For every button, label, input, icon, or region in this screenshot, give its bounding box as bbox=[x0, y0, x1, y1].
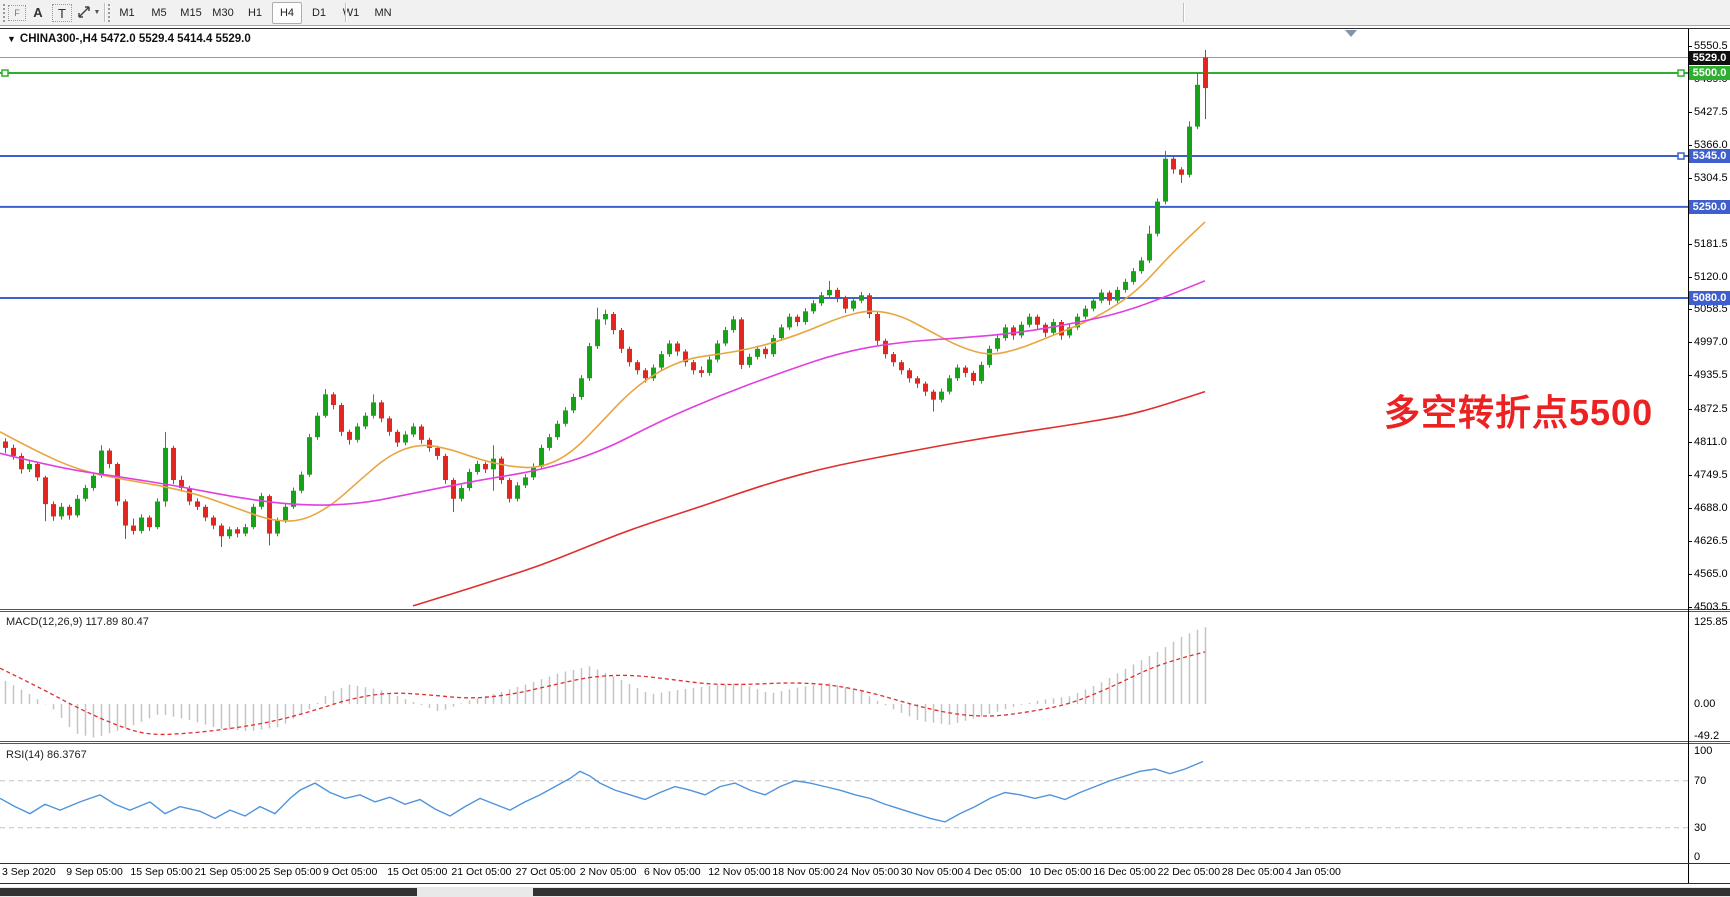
date-tick-label: 3 Sep 2020 bbox=[2, 866, 56, 878]
price-tickmark bbox=[1688, 375, 1692, 376]
price-badge-5345.0: 5345.0 bbox=[1689, 149, 1730, 163]
price-tickmark bbox=[1688, 277, 1692, 278]
price-badge-5500.0: 5500.0 bbox=[1689, 66, 1730, 80]
macd-tick-label: -49.2 bbox=[1694, 730, 1719, 742]
date-tick-label: 21 Sep 05:00 bbox=[195, 866, 257, 878]
horizontal-scrollbar[interactable] bbox=[0, 887, 1730, 897]
price-tick-label: 4997.0 bbox=[1694, 336, 1728, 348]
price-tick-label: 4811.0 bbox=[1694, 436, 1727, 448]
price-tickmark bbox=[1688, 508, 1692, 509]
scrollbar-segment-left[interactable] bbox=[0, 888, 417, 896]
price-tickmark bbox=[1688, 442, 1692, 443]
date-tick-label: 28 Dec 05:00 bbox=[1222, 866, 1284, 878]
macd-histogram-layer bbox=[6, 627, 1206, 737]
price-tick-label: 5304.5 bbox=[1694, 172, 1728, 184]
chart-plot-area[interactable] bbox=[0, 0, 1730, 897]
price-tickmark bbox=[1688, 607, 1692, 608]
date-tick-label: 9 Oct 05:00 bbox=[323, 866, 377, 878]
chart-title-caret-icon[interactable]: ▼ bbox=[7, 34, 16, 44]
price-tick-label: 4626.5 bbox=[1694, 535, 1728, 547]
price-tickmark bbox=[1688, 178, 1692, 179]
chart-title: ▼CHINA300-,H4 5472.0 5529.4 5414.4 5529.… bbox=[7, 33, 251, 45]
mt4-window: { "toolbar": { "icon_f": "F", "icon_a": … bbox=[0, 0, 1730, 897]
ma-slow-line bbox=[413, 392, 1205, 606]
window-bottom-border bbox=[0, 883, 1730, 884]
price-badge-5529.0: 5529.0 bbox=[1689, 51, 1730, 65]
price-badge-5080.0: 5080.0 bbox=[1689, 291, 1730, 305]
date-axis-line bbox=[0, 863, 1730, 864]
price-tick-label: 4565.0 bbox=[1694, 568, 1728, 580]
price-tickmark bbox=[1688, 475, 1692, 476]
date-tick-label: 6 Nov 05:00 bbox=[644, 866, 701, 878]
price-tick-label: 4935.5 bbox=[1694, 369, 1728, 381]
date-tick-label: 30 Nov 05:00 bbox=[901, 866, 963, 878]
price-badge-5250.0: 5250.0 bbox=[1689, 200, 1730, 214]
date-tick-label: 25 Sep 05:00 bbox=[259, 866, 321, 878]
price-tickmark bbox=[1688, 541, 1692, 542]
level-5345-handle[interactable] bbox=[1678, 153, 1684, 159]
rsi-tick-label: 70 bbox=[1694, 775, 1706, 787]
ma-fast-line bbox=[0, 222, 1205, 521]
price-tickmark bbox=[1688, 145, 1692, 146]
price-tickmark bbox=[1688, 574, 1692, 575]
macd-tick-label: 0.00 bbox=[1694, 698, 1715, 710]
scrollbar-segment-right[interactable] bbox=[533, 888, 1730, 896]
price-tick-label: 4503.5 bbox=[1694, 601, 1728, 613]
date-tick-label: 9 Sep 05:00 bbox=[66, 866, 123, 878]
price-tickmark bbox=[1688, 409, 1692, 410]
rsi-tick-label: 100 bbox=[1694, 745, 1712, 757]
price-tickmark bbox=[1688, 309, 1692, 310]
panel-divider-macd[interactable] bbox=[0, 609, 1730, 612]
date-tick-label: 21 Oct 05:00 bbox=[451, 866, 511, 878]
price-tickmark bbox=[1688, 46, 1692, 47]
date-tick-label: 10 Dec 05:00 bbox=[1029, 866, 1091, 878]
date-tick-label: 12 Nov 05:00 bbox=[708, 866, 770, 878]
date-tick-label: 15 Sep 05:00 bbox=[130, 866, 192, 878]
macd-signal-line bbox=[0, 652, 1205, 735]
date-tick-label: 2 Nov 05:00 bbox=[580, 866, 637, 878]
date-tick-label: 4 Jan 05:00 bbox=[1286, 866, 1341, 878]
price-tickmark bbox=[1688, 244, 1692, 245]
date-tick-label: 18 Nov 05:00 bbox=[772, 866, 834, 878]
macd-tick-label: 125.85 bbox=[1694, 616, 1728, 628]
price-tick-label: 4688.0 bbox=[1694, 502, 1728, 514]
price-tickmark bbox=[1688, 112, 1692, 113]
price-tick-label: 4872.5 bbox=[1694, 403, 1728, 415]
price-tick-label: 5427.5 bbox=[1694, 106, 1728, 118]
date-tick-label: 15 Oct 05:00 bbox=[387, 866, 447, 878]
ma-mid-line bbox=[0, 281, 1205, 505]
rsi-tick-label: 0 bbox=[1694, 851, 1700, 863]
price-tickmark bbox=[1688, 342, 1692, 343]
resistance-5500-handle[interactable] bbox=[2, 70, 8, 76]
price-tick-label: 4749.5 bbox=[1694, 469, 1728, 481]
date-tick-label: 27 Oct 05:00 bbox=[516, 866, 576, 878]
rsi-line-layer bbox=[0, 761, 1203, 821]
date-tick-label: 16 Dec 05:00 bbox=[1093, 866, 1155, 878]
chart-shift-marker-icon[interactable] bbox=[1345, 30, 1357, 37]
resistance-5500-handle[interactable] bbox=[1678, 70, 1684, 76]
date-tick-label: 22 Dec 05:00 bbox=[1158, 866, 1220, 878]
rsi-indicator-label: RSI(14) 86.3767 bbox=[6, 749, 87, 761]
rsi-levels-layer bbox=[0, 781, 1688, 828]
horizontal-lines-layer[interactable] bbox=[0, 70, 1688, 298]
panel-divider-rsi[interactable] bbox=[0, 741, 1730, 744]
date-tick-label: 24 Nov 05:00 bbox=[837, 866, 899, 878]
price-tick-label: 5058.5 bbox=[1694, 303, 1728, 315]
rsi-tick-label: 30 bbox=[1694, 822, 1706, 834]
annotation-text: 多空转折点5500 bbox=[1384, 384, 1653, 436]
date-tick-label: 4 Dec 05:00 bbox=[965, 866, 1022, 878]
macd-indicator-label: MACD(12,26,9) 117.89 80.47 bbox=[6, 616, 149, 628]
price-tick-label: 5181.5 bbox=[1694, 238, 1728, 250]
price-tick-label: 5120.0 bbox=[1694, 271, 1728, 283]
